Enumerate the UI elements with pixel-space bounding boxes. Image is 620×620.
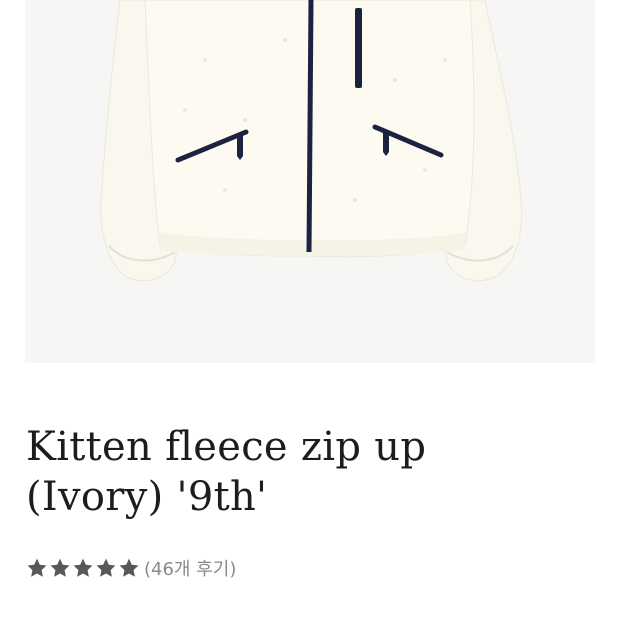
star-icon xyxy=(50,558,70,577)
review-count-link[interactable]: (46개 후기) xyxy=(144,555,236,581)
product-title-line-2: (Ivory) '9th' xyxy=(26,474,268,520)
star-rating xyxy=(26,557,140,579)
star-icon xyxy=(27,558,47,577)
star-icon xyxy=(119,558,139,577)
product-image[interactable] xyxy=(25,0,595,363)
rating-summary[interactable]: (46개 후기) xyxy=(26,555,236,581)
fleece-jacket-photo xyxy=(100,0,523,282)
star-icon xyxy=(96,558,116,577)
product-title-line-1: Kitten fleece zip up xyxy=(26,424,427,470)
star-icon xyxy=(73,558,93,577)
product-title: Kitten fleece zip up (Ivory) '9th' xyxy=(26,422,596,522)
